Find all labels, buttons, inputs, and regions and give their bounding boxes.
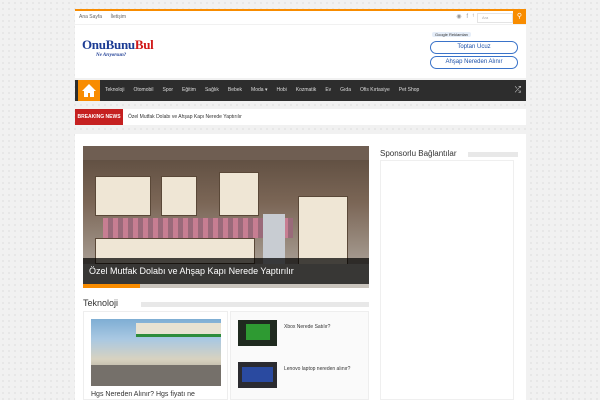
nav-item-bebek[interactable]: Bebek xyxy=(228,80,242,101)
logo-tagline: Ne Arıyorsun? xyxy=(96,53,127,58)
top-link-home[interactable]: Ana Sayfa xyxy=(79,14,102,20)
logo-text-1: OnuBunu xyxy=(82,37,135,52)
slider-image xyxy=(83,146,369,160)
nav-item-otomobil[interactable]: Otomobil xyxy=(133,80,153,101)
side-post-title[interactable]: Lenovo laptop nereden alınır? xyxy=(284,365,362,373)
nav-item-ofis-kirtasiye[interactable]: Ofis Kırtasiye xyxy=(360,80,390,101)
nav-item-moda[interactable]: Moda ▾ xyxy=(251,80,267,101)
main-content: Özel Mutfak Dolabı ve Ahşap Kapı Nerede … xyxy=(75,134,526,400)
home-button[interactable] xyxy=(78,80,100,101)
ad-label: Google Reklamları xyxy=(432,32,472,37)
shuffle-icon[interactable]: ⤮ xyxy=(515,85,521,95)
featured-slider[interactable]: Özel Mutfak Dolabı ve Ahşap Kapı Nerede … xyxy=(83,146,369,288)
site-logo[interactable]: OnuBunuBul Ne Arıyorsun? xyxy=(82,37,154,58)
nav-item-spor[interactable]: Spor xyxy=(162,80,173,101)
breaking-news-link[interactable]: Özel Mutfak Dolabı ve Ahşap Kapı Nerede … xyxy=(128,109,242,125)
ad-button-toptan[interactable]: Toptan Ucuz xyxy=(430,41,518,54)
facebook-icon[interactable]: f xyxy=(466,14,468,20)
home-icon xyxy=(82,84,96,97)
nav-item-saglik[interactable]: Sağlık xyxy=(205,80,219,101)
slider-progress xyxy=(83,284,140,288)
sidebar-ad-box[interactable] xyxy=(380,160,514,400)
main-nav: Teknoloji Otomobil Spor Eğitim Sağlık Be… xyxy=(75,80,526,101)
big-post-title[interactable]: Hgs Nereden Alınır? Hgs fiyatı ne xyxy=(91,391,195,398)
top-link-contact[interactable]: İletişim xyxy=(110,14,126,20)
section-title: Teknoloji xyxy=(83,298,369,308)
big-post[interactable]: Hgs Nereden Alınır? Hgs fiyatı ne xyxy=(83,311,228,400)
nav-item-pet-shop[interactable]: Pet Shop xyxy=(399,80,420,101)
side-post-title[interactable]: Xbox Nerede Satılır? xyxy=(284,323,362,331)
nav-item-ev[interactable]: Ev xyxy=(325,80,331,101)
side-post-list: Xbox Nerede Satılır? Lenovo laptop nered… xyxy=(230,311,369,400)
nav-items: Teknoloji Otomobil Spor Eğitim Sağlık Be… xyxy=(105,80,428,101)
slider-caption[interactable]: Özel Mutfak Dolabı ve Ahşap Kapı Nerede … xyxy=(83,258,369,284)
search-input[interactable]: Ara xyxy=(477,13,513,23)
big-post-image[interactable] xyxy=(91,319,221,386)
nav-item-egitim[interactable]: Eğitim xyxy=(182,80,196,101)
top-bar: Ana Sayfa İletişim ◉ f ᵗ Ara ⚲ xyxy=(75,9,526,24)
side-post-thumb[interactable] xyxy=(238,362,277,388)
sidebar-title: Sponsorlu Bağlantılar xyxy=(380,149,518,158)
rss-icon[interactable]: ◉ xyxy=(456,14,461,20)
social-icons: ◉ f ᵗ xyxy=(453,13,474,20)
site-header: OnuBunuBul Ne Arıyorsun? Google Reklamla… xyxy=(75,25,526,78)
side-post-thumb[interactable] xyxy=(238,320,277,346)
nav-item-gida[interactable]: Gıda xyxy=(340,80,351,101)
search-icon: ⚲ xyxy=(516,13,523,20)
ad-button-ahsap[interactable]: Ahşap Nereden Alınır xyxy=(430,56,518,69)
search-button[interactable]: ⚲ xyxy=(513,9,526,24)
logo-text-2: Bul xyxy=(134,37,154,52)
breaking-news-label: BREAKING NEWS xyxy=(75,109,123,125)
twitter-icon[interactable]: ᵗ xyxy=(473,14,474,20)
nav-item-teknoloji[interactable]: Teknoloji xyxy=(105,80,124,101)
nav-item-kozmatik[interactable]: Kozmatik xyxy=(296,80,317,101)
nav-item-hobi[interactable]: Hobi xyxy=(276,80,286,101)
breaking-news-bar: BREAKING NEWS Özel Mutfak Dolabı ve Ahşa… xyxy=(75,109,526,125)
top-links: Ana Sayfa İletişim xyxy=(79,14,133,20)
